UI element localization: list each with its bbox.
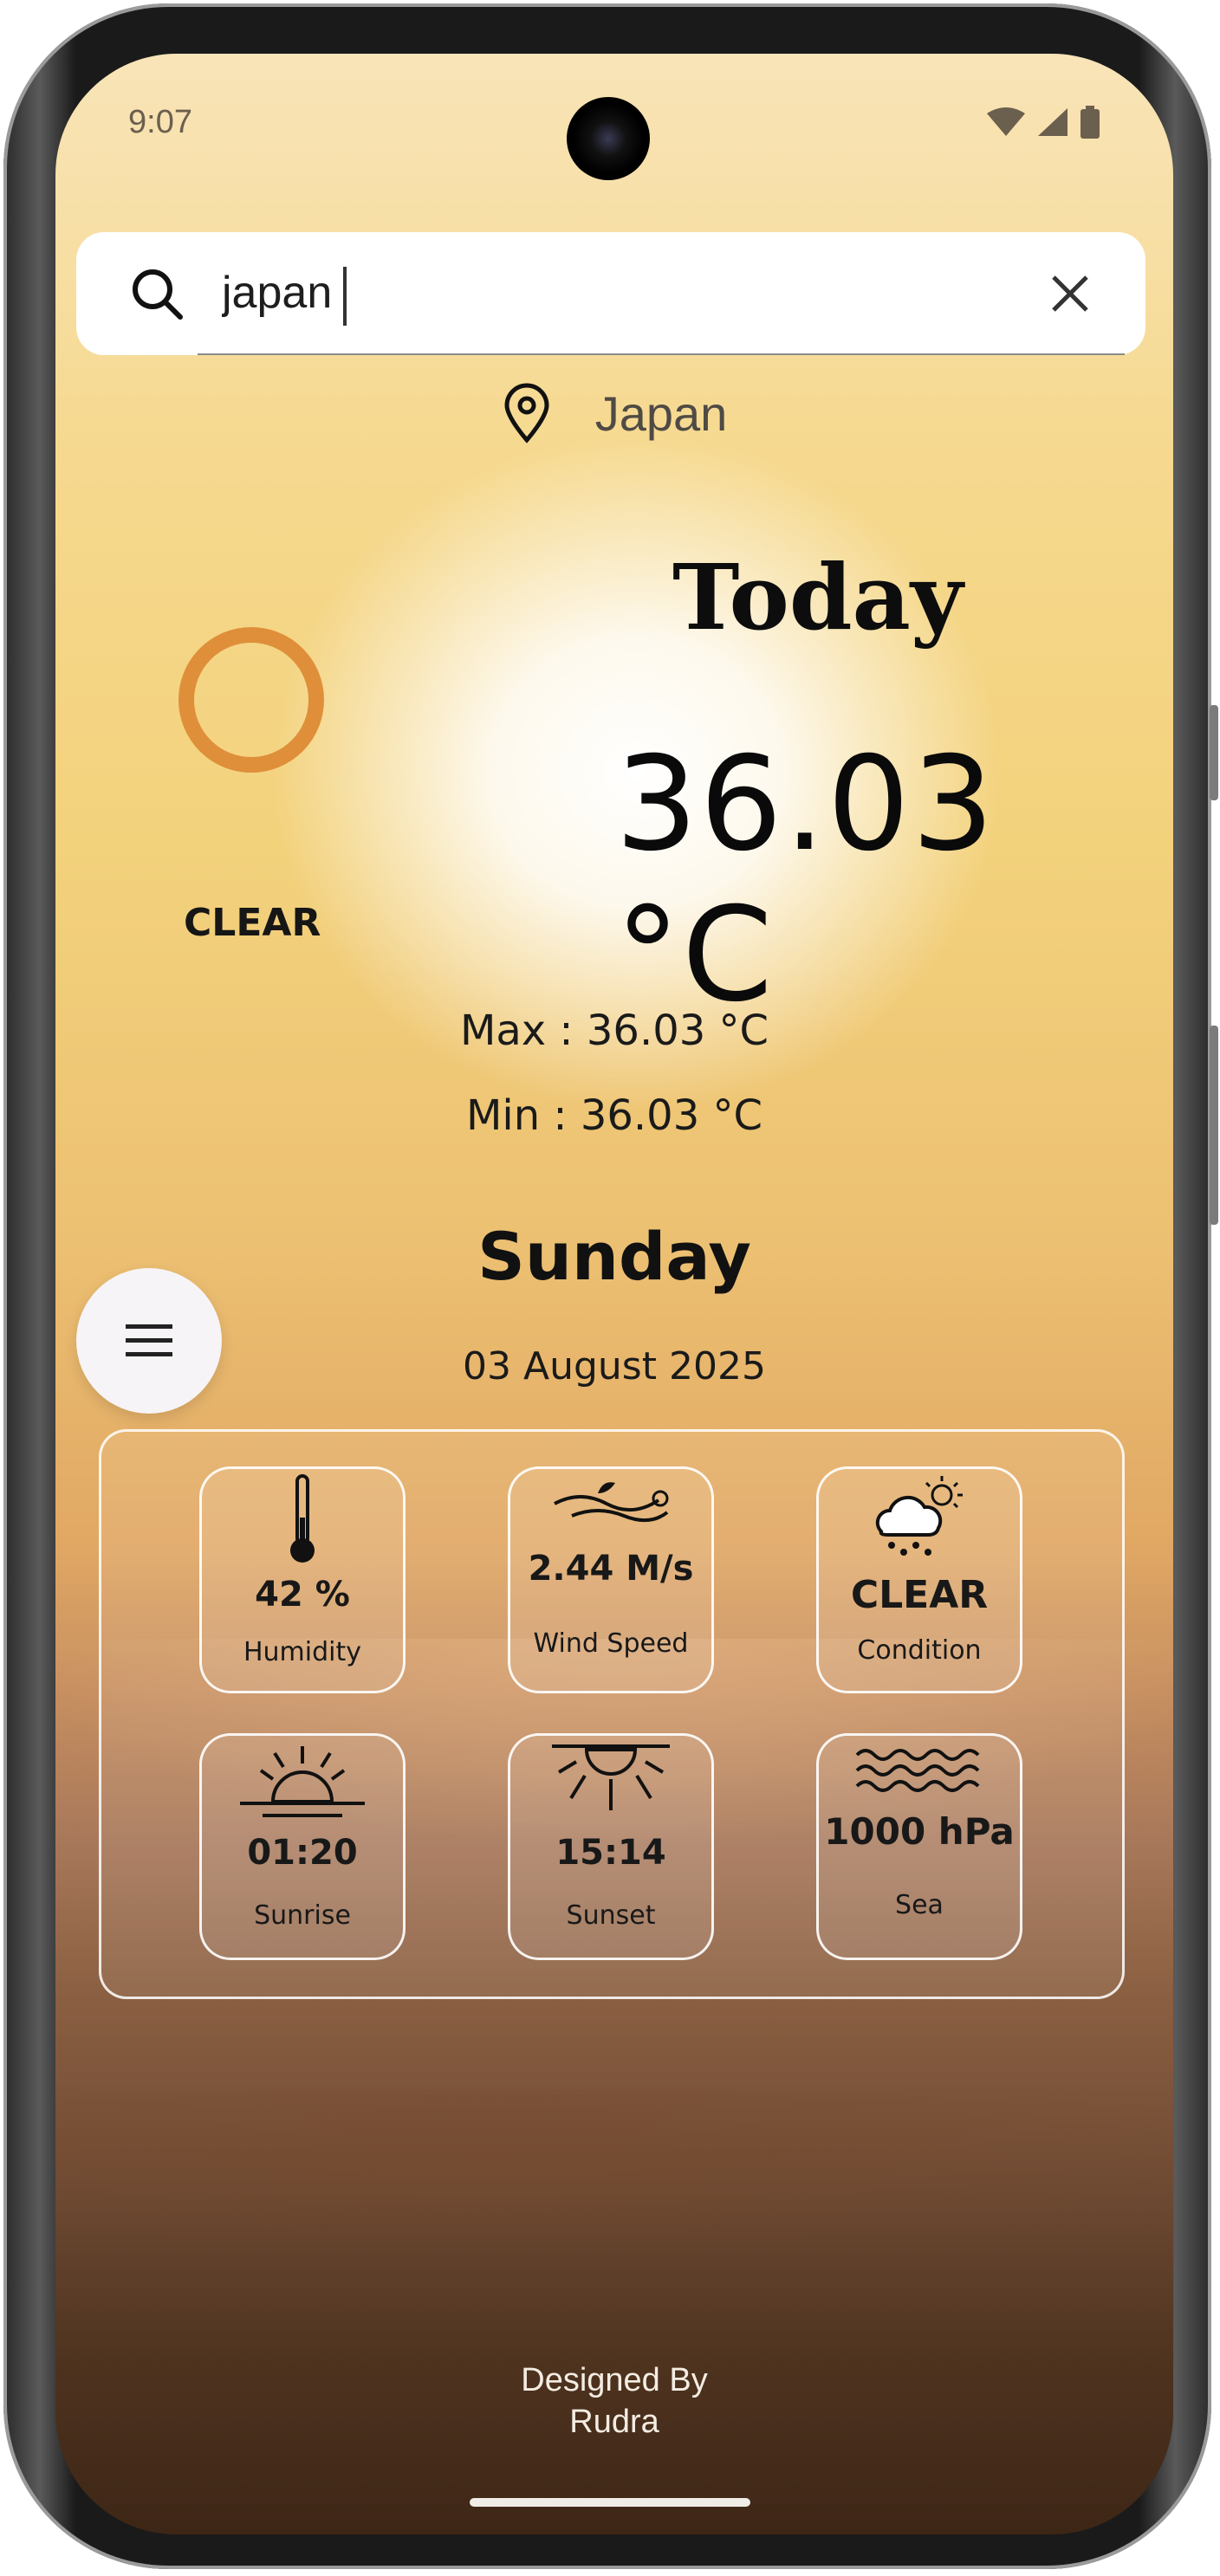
weather-condition: CLEAR [184, 901, 321, 945]
menu-icon [126, 1324, 172, 1356]
day-name: Sunday [477, 1218, 751, 1295]
location-row: Japan [55, 383, 1173, 443]
sea-pressure-label: Sea [895, 1890, 944, 1920]
credits-line-1: Designed By [521, 2362, 708, 2398]
camera-icon [567, 97, 650, 180]
humidity-value: 42 % [255, 1575, 350, 1615]
sunrise-icon [240, 1746, 365, 1817]
sunset-label: Sunset [566, 1900, 656, 1931]
cloud-sun-rain-icon [875, 1476, 963, 1556]
sunrise-card: 01:20 Sunrise [199, 1733, 406, 1960]
thermometer-icon [290, 1474, 315, 1563]
sunset-icon [552, 1744, 670, 1810]
sunrise-value: 01:20 [247, 1833, 358, 1873]
current-temperature: 36.03 °C [615, 729, 996, 1031]
side-button [1210, 1026, 1218, 1225]
signal-icon [1038, 108, 1068, 136]
location-name: Japan [594, 385, 728, 441]
text-caret [343, 267, 347, 326]
home-indicator[interactable] [470, 2498, 750, 2507]
status-time: 9:07 [128, 104, 192, 140]
sunset-card: 15:14 Sunset [508, 1733, 714, 1960]
location-pin-icon [504, 383, 549, 443]
sunrise-label: Sunrise [254, 1900, 351, 1931]
wind-icon [554, 1482, 669, 1523]
clear-sun-icon [178, 627, 324, 773]
humidity-label: Humidity [243, 1637, 362, 1667]
search-icon[interactable] [130, 267, 185, 322]
menu-button[interactable] [76, 1268, 222, 1414]
status-icons [986, 106, 1100, 139]
today-heading: Today [672, 544, 964, 650]
app-screen: 9:07 Japan [55, 54, 1173, 2534]
condition-card: CLEAR Condition [816, 1466, 1022, 1693]
wind-speed-value: 2.44 M/s [528, 1549, 694, 1589]
date-label: 03 August 2025 [463, 1344, 766, 1388]
min-temperature: Min : 36.03 °C [465, 1091, 763, 1140]
search-bar[interactable] [76, 232, 1145, 355]
credits-line-2: Rudra [569, 2404, 659, 2440]
side-button [1210, 705, 1218, 800]
condition-value: CLEAR [850, 1573, 989, 1617]
max-temperature: Max : 36.03 °C [459, 1006, 769, 1055]
sea-pressure-value: 1000 hPa [824, 1810, 1015, 1853]
clear-search-icon[interactable] [1048, 272, 1092, 315]
wind-card: 2.44 M/s Wind Speed [508, 1466, 714, 1693]
search-input[interactable] [222, 265, 1002, 320]
condition-label: Condition [857, 1635, 982, 1666]
wind-speed-label: Wind Speed [533, 1628, 689, 1659]
sea-pressure-card: 1000 hPa Sea [816, 1733, 1022, 1960]
sunset-value: 15:14 [555, 1833, 666, 1873]
wifi-icon [987, 107, 1025, 136]
weather-details-panel: 42 % Humidity 2.44 M/s Wind Speed CLEAR … [99, 1429, 1125, 1999]
phone-frame: 9:07 Japan [3, 3, 1218, 2569]
waves-icon [855, 1749, 980, 1792]
battery-icon [1080, 106, 1100, 139]
humidity-card: 42 % Humidity [199, 1466, 406, 1693]
dune-decoration [55, 2089, 1173, 2245]
search-underline [198, 353, 1125, 355]
credits: Designed By Rudra [55, 2359, 1173, 2443]
